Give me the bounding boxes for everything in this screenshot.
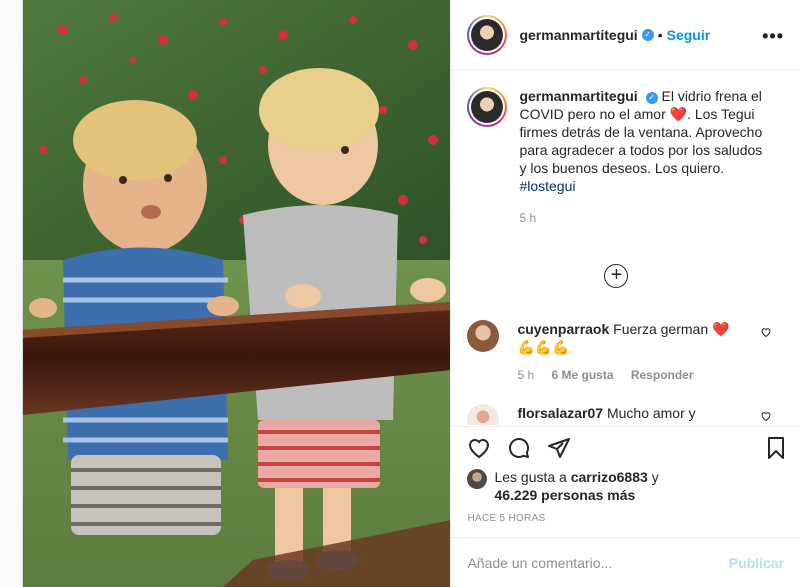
comment-username[interactable]: cuyenparraok bbox=[517, 321, 609, 337]
likes-prefix: Les gusta a bbox=[494, 469, 567, 485]
heart-emoji-icon: ❤️ bbox=[669, 106, 688, 122]
share-paper-plane-icon[interactable] bbox=[547, 436, 571, 460]
add-comment-input[interactable] bbox=[467, 554, 729, 571]
save-bookmark-icon[interactable] bbox=[764, 436, 788, 460]
commenter-avatar[interactable] bbox=[467, 320, 500, 352]
verified-badge-icon: ✓ bbox=[641, 28, 654, 41]
comments-section[interactable]: germanmartitegui ✓ El vidrio frena el CO… bbox=[451, 71, 800, 425]
caption-username[interactable]: germanmartitegui bbox=[519, 88, 637, 104]
comment-bubble-icon[interactable] bbox=[507, 436, 531, 460]
caption-time[interactable]: 5 h bbox=[519, 209, 769, 227]
likes-summary: Les gusta a carrizo6883 y 46.229 persona… bbox=[467, 468, 659, 504]
publish-button[interactable]: Publicar bbox=[729, 555, 784, 571]
comment-username[interactable]: florsalazar07 bbox=[517, 405, 603, 421]
follow-button[interactable]: Seguir bbox=[667, 27, 711, 43]
comment-item: cuyenparraok Fuerza german ❤️ 💪💪💪 5 h 6 … bbox=[467, 320, 784, 384]
action-bar bbox=[451, 426, 800, 466]
comment-like-heart-icon[interactable] bbox=[760, 326, 772, 338]
page: germanmartitegui ✓ • Seguir ••• germanma… bbox=[0, 0, 800, 587]
liker-avatar[interactable] bbox=[467, 469, 488, 489]
comment-body: florsalazar07 Mucho amor y bbox=[517, 404, 747, 425]
author-username[interactable]: germanmartitegui bbox=[519, 27, 637, 43]
comment-item: florsalazar07 Mucho amor y bbox=[467, 404, 784, 425]
post-sidebar: germanmartitegui ✓ • Seguir ••• germanma… bbox=[450, 0, 800, 587]
post-container: germanmartitegui ✓ • Seguir ••• germanma… bbox=[22, 0, 800, 587]
heart-emoji-icon: ❤️ bbox=[712, 321, 730, 337]
likes-user[interactable]: carrizo6883 bbox=[571, 469, 648, 485]
add-comment-bar: Publicar bbox=[451, 537, 800, 587]
post-time-ago[interactable]: HACE 5 HORAS bbox=[467, 513, 545, 524]
post-photo[interactable] bbox=[23, 0, 451, 587]
likes-text: Les gusta a carrizo6883 y 46.229 persona… bbox=[494, 468, 658, 504]
caption-body: germanmartitegui ✓ El vidrio frena el CO… bbox=[519, 87, 769, 227]
post-photo-image bbox=[23, 0, 451, 587]
comment-like-heart-icon[interactable] bbox=[760, 410, 772, 422]
reply-button[interactable]: Responder bbox=[631, 368, 694, 382]
comment-text: Mucho amor y bbox=[606, 405, 696, 421]
comment-text: Fuerza german bbox=[613, 321, 709, 337]
post-header: germanmartitegui ✓ • Seguir ••• bbox=[451, 0, 800, 70]
separator-dot: • bbox=[657, 26, 663, 43]
muscle-emoji-icon: 💪💪💪 bbox=[517, 339, 570, 355]
verified-badge-icon: ✓ bbox=[645, 92, 658, 104]
caption-hashtag[interactable]: #lostegui bbox=[519, 178, 575, 194]
likes-others[interactable]: 46.229 personas más bbox=[494, 487, 635, 503]
caption-avatar[interactable] bbox=[467, 87, 508, 127]
caption: germanmartitegui ✓ El vidrio frena el CO… bbox=[467, 87, 784, 227]
likes-and: y bbox=[651, 469, 659, 485]
comment-meta: 5 h 6 Me gusta Responder bbox=[517, 366, 747, 384]
author-avatar[interactable] bbox=[467, 14, 508, 55]
load-more-comments-icon[interactable]: + bbox=[604, 264, 629, 288]
comment-time[interactable]: 5 h bbox=[517, 368, 534, 382]
more-options-icon[interactable]: ••• bbox=[762, 26, 784, 47]
commenter-avatar[interactable] bbox=[467, 404, 500, 425]
comment-body: cuyenparraok Fuerza german ❤️ 💪💪💪 5 h 6 … bbox=[517, 320, 747, 384]
comment-likes[interactable]: 6 Me gusta bbox=[551, 368, 613, 382]
like-heart-icon[interactable] bbox=[467, 436, 491, 460]
